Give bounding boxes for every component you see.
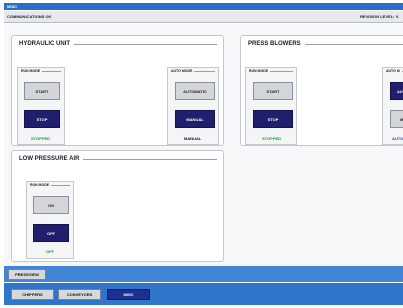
press-blowers-panel: PRESS BLOWERS RUN MODE START STOP STOPPE… [240,35,403,146]
pressview-button[interactable]: PRESSVIEW [8,269,46,280]
group-title: AUTO M [386,69,402,73]
start-button[interactable]: START [24,82,60,100]
group-title: RUN MODE [21,69,43,73]
automatic-button[interactable]: AUTO [390,82,403,100]
manual-button[interactable]: MANUAL [175,110,215,128]
window-title-bar: MISC [4,3,403,10]
pressview-bar: PRESSVIEW [4,266,403,282]
on-button[interactable]: ON [33,196,69,214]
run-state-label: STOPPED [262,136,282,141]
off-button[interactable]: OFF [33,224,69,242]
bottom-nav: CHIPPERS CONVEYORS MISC [4,283,403,305]
manual-button[interactable]: MA [390,110,403,128]
window-title: MISC [7,4,17,9]
tab-conveyors[interactable]: CONVEYORS [58,289,101,300]
run-mode-group: RUN MODE ON OFF OFF [26,181,74,259]
communications-status: COMMUNICATIONS OK [7,14,52,19]
status-bar: COMMUNICATIONS OK REVISION LEVEL: V. [4,11,403,23]
start-button[interactable]: START [253,82,293,100]
group-title: RUN MODE [249,69,271,73]
panel-title: PRESS BLOWERS [248,41,305,47]
hydraulic-unit-panel: HYDRAULIC UNIT RUN MODE START STOP STOPP… [11,35,224,146]
stop-button[interactable]: STOP [253,110,293,128]
panel-title: HYDRAULIC UNIT [19,41,74,47]
group-title: RUN MODE [30,183,52,187]
group-title: AUTO MODE [171,69,195,73]
auto-mode-group: AUTO M AUTO MA AUTO [382,67,403,145]
main-content: HYDRAULIC UNIT RUN MODE START STOP STOPP… [4,24,403,266]
run-state-label: STOPPED [31,136,51,141]
auto-mode-group: AUTO MODE AUTOMATIC MANUAL MANUAL [167,67,219,145]
run-state-label: OFF [46,249,54,254]
stop-button[interactable]: STOP [24,110,60,128]
tab-chippers[interactable]: CHIPPERS [11,289,54,300]
panel-title: LOW PRESSURE AIR [19,156,84,162]
revision-level: REVISION LEVEL: V. [360,14,399,19]
low-pressure-air-panel: LOW PRESSURE AIR RUN MODE ON OFF OFF [11,150,224,262]
auto-state-label: MANUAL [184,136,202,141]
tab-misc[interactable]: MISC [107,289,150,300]
automatic-button[interactable]: AUTOMATIC [175,82,215,100]
run-mode-group: RUN MODE START STOP STOPPED [17,67,65,145]
auto-state-label: AUTO [392,136,403,141]
run-mode-group: RUN MODE START STOP STOPPED [245,67,297,145]
